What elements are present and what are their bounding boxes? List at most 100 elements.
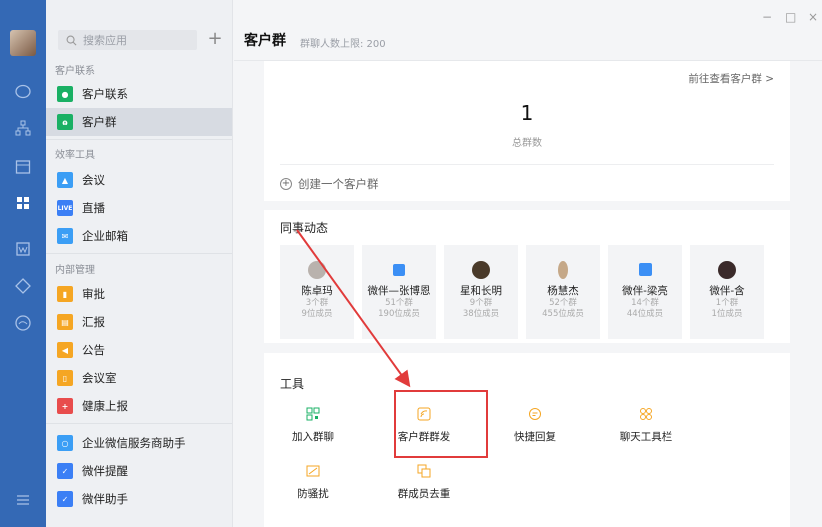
service-icon: ○ [57, 435, 73, 451]
section-customer: 客户联系 [55, 66, 95, 77]
sidebar-item-live[interactable]: LIVE 直播 [46, 194, 232, 222]
health-icon: + [57, 398, 73, 414]
plus-circle-icon: + [280, 178, 292, 190]
sidebar-item-service-assistant[interactable]: ○ 企业微信服务商助手 [46, 429, 232, 457]
quick-reply-icon [529, 408, 541, 420]
close-button[interactable]: × [808, 10, 818, 24]
tool-quick-reply[interactable]: 快捷回复 [490, 407, 580, 444]
sidebar-item-label: 健康上报 [82, 399, 128, 413]
tool-dedupe-members[interactable]: 群成员去重 [379, 464, 469, 501]
divider [280, 164, 774, 165]
colleague-members: 1位成员 [711, 309, 743, 319]
minimize-button[interactable]: − [762, 10, 772, 24]
page-subtitle: 群聊人数上限: 200 [300, 39, 386, 50]
group-count-label: 总群数 [512, 138, 542, 149]
search-input[interactable]: 搜索应用 [58, 30, 197, 50]
announcement-icon: ◀ [57, 342, 73, 358]
sidebar-item-customer-group[interactable]: ɷ 客户群 [46, 108, 232, 136]
sidebar-item-customer-contact[interactable]: ● 客户联系 [46, 80, 232, 108]
colleague-section-title: 同事动态 [280, 221, 329, 235]
colleague-name: 微伴—张博恩 [367, 285, 431, 297]
divider [46, 139, 232, 140]
qr-code-icon [306, 407, 320, 421]
sidebar-item-label: 客户联系 [82, 87, 128, 101]
group-icon: ɷ [57, 114, 73, 130]
remind-icon: ✓ [57, 463, 73, 479]
live-icon: LIVE [57, 200, 73, 216]
meeting-room-icon: ▯ [57, 370, 73, 386]
sidebar-item-report[interactable]: ▤ 汇报 [46, 308, 232, 336]
sidebar-item-remind[interactable]: ✓ 微伴提醒 [46, 457, 232, 485]
group-count: 1 [520, 101, 534, 125]
section-internal: 内部管理 [55, 265, 95, 276]
mail-icon: ✉ [57, 228, 73, 244]
sidebar-item-label: 审批 [82, 287, 105, 301]
sidebar-item-meeting-room[interactable]: ▯ 会议室 [46, 364, 232, 392]
sidebar-item-announcement[interactable]: ◀ 公告 [46, 336, 232, 364]
page-title: 客户群 [244, 33, 286, 49]
colleague-name: 微伴-含 [709, 285, 745, 297]
avatar [718, 261, 736, 279]
tool-label: 防骚扰 [297, 488, 329, 500]
main-content: 客户群 群聊人数上限: 200 − □ × 前往查看客户群 > 1 总群数 + … [234, 0, 822, 527]
tool-label: 聊天工具栏 [619, 431, 673, 443]
doc-icon[interactable] [13, 239, 33, 259]
report-icon: ▤ [57, 314, 73, 330]
sidebar-item-assistant[interactable]: ✓ 微伴助手 [46, 485, 232, 513]
menu-icon[interactable] [13, 490, 33, 510]
sidebar-item-label: 公告 [82, 343, 105, 357]
avatar [558, 261, 568, 279]
workbench-icon[interactable] [13, 193, 33, 213]
sidebar-item-health[interactable]: + 健康上报 [46, 392, 232, 420]
sidebar-item-meeting[interactable]: ▲ 会议 [46, 166, 232, 194]
create-group-button[interactable]: + 创建一个客户群 [280, 176, 379, 192]
contacts-icon[interactable] [13, 118, 33, 138]
colleague-groups: 3个群 [305, 298, 329, 308]
tools-card: 工具 加入群聊 客户群群发 快捷回复 聊天工具栏 防骚扰 群成员去重 [264, 353, 790, 527]
create-group-label: 创建一个客户群 [298, 177, 379, 191]
drive-icon[interactable] [13, 276, 33, 296]
colleague-members: 9位成员 [301, 309, 333, 319]
colleague-name: 陈卓玛 [301, 285, 333, 297]
maximize-button[interactable]: □ [785, 10, 796, 24]
calendar-icon[interactable] [13, 157, 33, 177]
divider [46, 253, 232, 254]
approval-icon: ▮ [57, 286, 73, 302]
colleague-card[interactable]: 杨慧杰 52个群 455位成员 [526, 245, 600, 339]
user-avatar[interactable] [10, 30, 36, 56]
sidebar-item-mail[interactable]: ✉ 企业邮箱 [46, 222, 232, 250]
avatar [308, 261, 326, 279]
tool-anti-harass[interactable]: 防骚扰 [268, 464, 358, 501]
nav-rail [0, 0, 46, 527]
colleague-groups: 51个群 [385, 298, 413, 308]
avatar [472, 261, 490, 279]
sidebar-item-label: 直播 [82, 201, 105, 215]
colleague-card[interactable]: 微伴-梁亮 14个群 44位成员 [608, 245, 682, 339]
app-sidebar: 搜索应用 + 客户联系 ● 客户联系 ɷ 客户群 效率工具 ▲ 会议 LIVE … [46, 0, 233, 527]
colleague-card[interactable]: 陈卓玛 3个群 9位成员 [280, 245, 354, 339]
tool-label: 群成员去重 [397, 488, 451, 500]
tool-label: 加入群聊 [292, 431, 334, 443]
colleague-card[interactable]: 微伴—张博恩 51个群 190位成员 [362, 245, 436, 339]
sidebar-item-approval[interactable]: ▮ 审批 [46, 280, 232, 308]
colleague-card[interactable]: 微伴-含 1个群 1位成员 [690, 245, 764, 339]
message-icon[interactable] [13, 82, 33, 102]
sidebar-item-label: 企业微信服务商助手 [82, 436, 186, 450]
colleague-members: 455位成员 [542, 309, 584, 319]
assistant-icon: ✓ [57, 491, 73, 507]
tool-chat-toolbar[interactable]: 聊天工具栏 [601, 407, 691, 444]
colleague-groups: 14个群 [631, 298, 659, 308]
search-placeholder: 搜索应用 [83, 34, 127, 47]
colleague-members: 38位成员 [462, 309, 500, 319]
anti-harass-icon [306, 465, 320, 477]
view-groups-link[interactable]: 前往查看客户群 > [688, 71, 774, 86]
colleague-card[interactable]: 星和长明 9个群 38位成员 [444, 245, 518, 339]
tool-join-group[interactable]: 加入群聊 [268, 407, 358, 444]
tool-label: 快捷回复 [514, 431, 556, 443]
colleague-name: 杨慧杰 [547, 285, 579, 297]
mini-app-icon[interactable] [13, 313, 33, 333]
meeting-icon: ▲ [57, 172, 73, 188]
divider [46, 423, 232, 424]
dedupe-icon [417, 464, 431, 478]
add-app-button[interactable]: + [206, 30, 224, 50]
